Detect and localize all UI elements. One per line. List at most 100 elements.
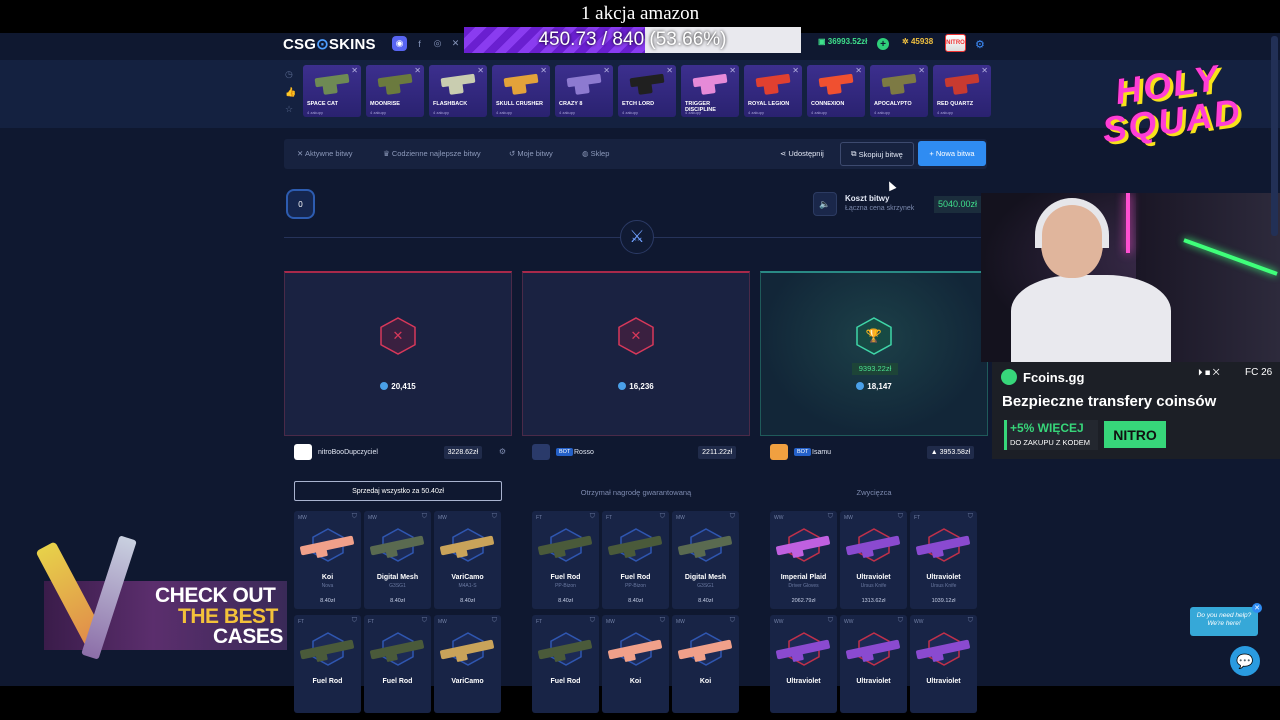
case-card[interactable]: ✕ ETCH LORD 4 zakupy [618,65,676,117]
site-logo[interactable]: CSG⊙SKINS [283,35,376,53]
item-card[interactable]: FT ⛉ Fuel Rod PP-Bizon 8.40zł [532,511,599,609]
settings-icon[interactable]: ⚙ [499,447,506,456]
logo-right: SKINS [328,36,376,53]
case-card[interactable]: ✕ MOONRISE 4 zakupy [366,65,424,117]
win-amount: 9393.22zł [852,363,898,375]
item-name: Fuel Rod [550,574,581,581]
item-type: G3SG1 [697,583,714,589]
star-icon[interactable]: ☆ [285,104,293,115]
item-card[interactable]: FT ⛉ Fuel Rod PP-Bizon 8.40zł [602,511,669,609]
thumbs-up-icon[interactable]: 👍 [285,87,296,98]
case-card[interactable]: ✕ ROYAL LEGION 4 zakupy [744,65,802,117]
user-avatar[interactable]: NITRO [945,34,966,52]
share-button[interactable]: ⋖ Udostępnij [780,149,824,158]
item-card[interactable]: WW ⛉ Ultraviolet [770,615,837,713]
x-icon[interactable]: ✕ [448,36,463,51]
streamer-body [1011,275,1171,362]
tab-daily-best[interactable]: ♛ Codzienne najlepsze bitwy [383,149,481,158]
avatar[interactable] [770,444,788,460]
close-icon[interactable]: ✕ [1252,603,1262,613]
deposit-button[interactable]: + [877,38,889,50]
new-battle-button[interactable]: + Nowa bitwa [918,141,986,166]
case-card[interactable]: ✕ APOCALYPTO 4 zakupy [870,65,928,117]
item-type: G3SG1 [389,583,406,589]
item-card[interactable]: MW ⛉ VariCamo [434,615,501,713]
tab-active-battles[interactable]: ✕ Aktywne bitwy [297,149,353,158]
tab-my-battles[interactable]: ↺ Moje bitwy [509,149,553,158]
shield-icon: ⛉ [491,617,497,624]
discord-icon[interactable]: ◉ [392,36,407,51]
case-card[interactable]: ✕ SKULL CRUSHER 4 zakupy [492,65,550,117]
item-card[interactable]: FT ⛉ Fuel Rod [294,615,361,713]
player-name[interactable]: Isamu [812,449,831,456]
player-name[interactable]: nitroBooDupczyciel [318,449,378,456]
item-name: Fuel Rod [382,678,413,685]
remove-case-icon[interactable]: ✕ [855,66,862,75]
instagram-icon[interactable]: ◎ [430,36,445,51]
remove-case-icon[interactable]: ✕ [540,66,547,75]
item-card[interactable]: MW ⛉ Koi [602,615,669,713]
copy-battle-button[interactable]: ⧉ Skopiuj bitwę [840,142,914,166]
item-card[interactable]: FT ⛉ Fuel Rod [532,615,599,713]
case-card[interactable]: ✕ CONNEXION 4 zakupy [807,65,865,117]
item-card[interactable]: MW ⛉ Ultraviolet Ursus Knife 1313.62zł [840,511,907,609]
avatar[interactable] [294,444,312,460]
chat-icon[interactable]: 💬 [1230,646,1260,676]
item-price: 1039.12zł [931,598,956,604]
settings-gear-icon[interactable]: ⚙ [975,38,985,51]
case-card[interactable]: ✕ CRAZY 8 4 zakupy [555,65,613,117]
item-card[interactable]: WW ⛉ Imperial Plaid Driver Gloves 2062.79zł [770,511,837,609]
tab-daily-label: Codzienne najlepsze bitwy [391,149,481,158]
remove-case-icon[interactable]: ✕ [477,66,484,75]
remove-case-icon[interactable]: ✕ [918,66,925,75]
help-bubble[interactable]: Do you need help? We're here! [1190,607,1258,636]
fcoins-name: Fcoins.gg [1023,370,1085,385]
shield-icon: ⛉ [967,513,973,520]
case-weapon-grip-icon [889,81,905,95]
case-weapon-grip-icon [763,81,779,95]
shield-icon: ⛉ [351,617,357,624]
case-name: APOCALYPTO [874,101,912,107]
remove-case-icon[interactable]: ✕ [414,66,421,75]
case-card[interactable]: ✕ TRIGGER DISCIPLINE 4 zakupy [681,65,739,117]
item-card[interactable]: FT ⛉ Fuel Rod [364,615,431,713]
item-card[interactable]: FT ⛉ Ultraviolet Ursus Knife 1039.12zł [910,511,977,609]
item-card[interactable]: MW ⛉ Koi [672,615,739,713]
item-card[interactable]: WW ⛉ Ultraviolet [840,615,907,713]
wallet-icon: ▣ [818,37,828,46]
player-name[interactable]: Rosso [574,449,594,456]
avatar[interactable] [532,444,550,460]
item-card[interactable]: WW ⛉ Ultraviolet [910,615,977,713]
case-sub: 4 zakupy [433,110,450,115]
item-name: Digital Mesh [684,574,727,581]
item-card[interactable]: MW ⛉ Digital Mesh G3SG1 8.40zł [364,511,431,609]
remove-case-icon[interactable]: ✕ [351,66,358,75]
remove-case-icon[interactable]: ✕ [981,66,988,75]
item-card[interactable]: MW ⛉ Koi Nova 8.40zł [294,511,361,609]
case-card[interactable]: ✕ SPACE CAT 4 zakupy [303,65,361,117]
remove-case-icon[interactable]: ✕ [603,66,610,75]
remove-case-icon[interactable]: ✕ [792,66,799,75]
goal-progress-text: 450.73 / 840 (53.66%) [538,29,727,50]
sell-all-button[interactable]: Sprzedaj wszystko za 50.40zł [294,481,502,501]
remove-case-icon[interactable]: ✕ [729,66,736,75]
remove-case-icon[interactable]: ✕ [666,66,673,75]
history-icon[interactable]: ◷ [285,69,293,80]
facebook-icon[interactable]: f [412,36,427,51]
shield-icon: ⛉ [589,513,595,520]
item-card[interactable]: MW ⛉ VariCamo M4A1-S 8.40zł [434,511,501,609]
player-coins: 18,147 [761,382,987,391]
item-card[interactable]: MW ⛉ Digital Mesh G3SG1 8.40zł [672,511,739,609]
player-total: 2211.22zł [698,446,736,459]
player-total-value: 2211.22zł [702,449,732,456]
lost-x-icon: ✕ [617,317,655,355]
tab-shop[interactable]: ◍ Sklep [582,149,609,158]
case-card[interactable]: ✕ RED QUARTZ 4 zakupy [933,65,991,117]
item-condition: MW [438,619,447,625]
scrollbar[interactable] [1271,36,1278,236]
player-status: Otrzymał nagrodę gwarantowaną [580,488,692,497]
item-name: Ultraviolet [856,574,891,581]
case-card[interactable]: ✕ FLASHBACK 4 zakupy [429,65,487,117]
sound-toggle-icon[interactable]: 🔈 [813,192,837,216]
coins-value: 18,147 [867,382,892,391]
